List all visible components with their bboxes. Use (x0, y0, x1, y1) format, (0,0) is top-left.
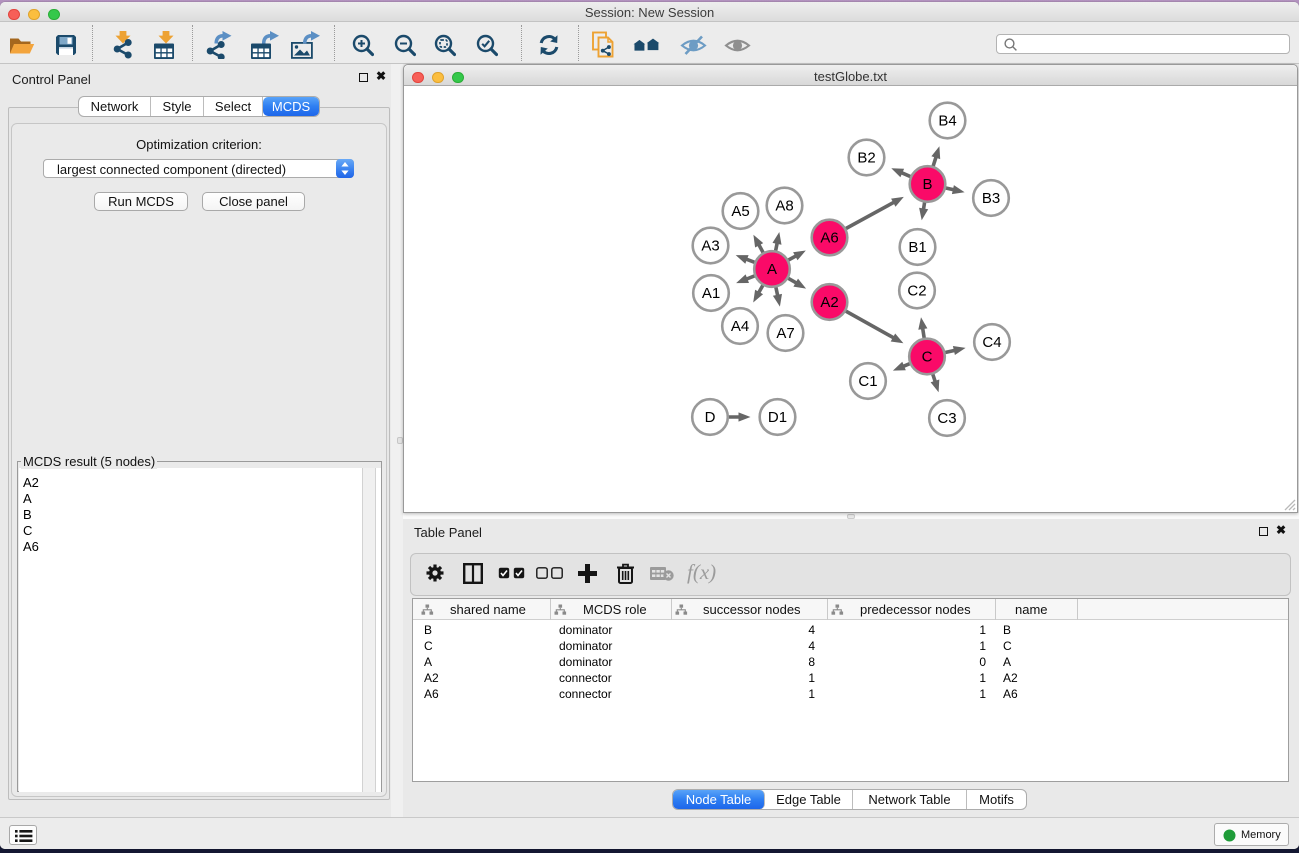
svg-text:A5: A5 (731, 203, 749, 220)
svg-text:D: D (705, 409, 716, 426)
svg-text:A4: A4 (731, 318, 749, 335)
svg-text:A6: A6 (820, 230, 838, 247)
svg-text:C2: C2 (907, 283, 926, 300)
svg-text:A: A (767, 261, 777, 278)
svg-text:A7: A7 (776, 325, 794, 342)
svg-text:B3: B3 (982, 190, 1000, 207)
svg-text:D1: D1 (768, 409, 787, 426)
svg-text:A3: A3 (701, 238, 719, 255)
svg-text:B2: B2 (857, 150, 875, 167)
svg-text:A1: A1 (702, 285, 720, 302)
svg-text:B1: B1 (908, 239, 926, 256)
svg-text:C4: C4 (982, 334, 1001, 351)
svg-text:B: B (922, 176, 932, 193)
svg-text:A2: A2 (820, 294, 838, 311)
svg-text:B4: B4 (938, 113, 956, 130)
svg-text:C: C (922, 349, 933, 366)
svg-text:C3: C3 (937, 410, 956, 427)
svg-text:A8: A8 (775, 198, 793, 215)
svg-text:C1: C1 (858, 373, 877, 390)
